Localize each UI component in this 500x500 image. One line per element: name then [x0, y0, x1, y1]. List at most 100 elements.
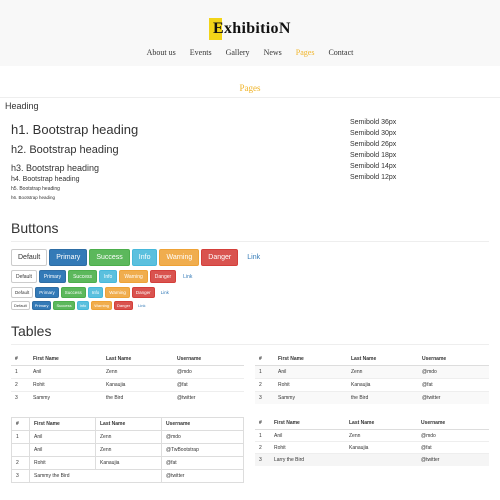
primary-button[interactable]: Primary	[38, 270, 67, 283]
page-title: Pages	[239, 83, 261, 93]
semibold-item: Semibold 30px	[350, 130, 397, 137]
table-cell: Kanaujia	[345, 441, 417, 454]
table-cell: Zenn	[102, 365, 173, 379]
warning-button[interactable]: Warning	[119, 270, 148, 283]
table-cell: @fat	[161, 456, 244, 470]
button-row-medium: Default Primary Success Info Warning Dan…	[11, 270, 199, 283]
table-cell: Sammy	[29, 391, 102, 404]
table-cell: @twitter	[418, 391, 489, 404]
table-header: First Name	[270, 417, 345, 430]
nav-item-about[interactable]: About us	[147, 48, 176, 57]
info-button[interactable]: Info	[131, 249, 158, 266]
table-row: 2 Rohit Kanaujia @fat	[255, 378, 489, 392]
table-cell: Rohit	[270, 441, 345, 454]
table-cell: @mdo	[418, 365, 489, 379]
bootstrap-h1: h1. Bootstrap heading	[11, 122, 139, 137]
table-header: Last Name	[347, 353, 418, 366]
table-cell	[11, 443, 30, 457]
nav-item-news[interactable]: News	[264, 48, 282, 57]
table-cell: @twitter	[173, 391, 244, 404]
table-cell: @twitter	[417, 453, 489, 466]
success-button[interactable]: Success	[89, 249, 130, 266]
primary-button[interactable]: Primary	[31, 301, 52, 310]
table-row: 3 Sammy the Bird @twitter	[255, 391, 489, 404]
default-button[interactable]: Default	[11, 249, 48, 266]
primary-button[interactable]: Primary	[49, 249, 88, 266]
link-button[interactable]: Link	[178, 270, 197, 283]
table-row: 1 Anil Zenn @mdo	[11, 365, 244, 379]
danger-button[interactable]: Danger	[131, 287, 155, 298]
nav-item-pages[interactable]: Pages	[296, 48, 315, 57]
table-header: #	[255, 353, 274, 366]
table-cell: 3	[11, 469, 30, 483]
table-cell: 3	[255, 453, 270, 466]
table-cell: Zenn	[345, 429, 417, 442]
info-button[interactable]: Info	[87, 287, 104, 298]
main-nav: About us Events Gallery News Pages Conta…	[0, 48, 500, 57]
nav-item-events[interactable]: Events	[190, 48, 212, 57]
link-button[interactable]: Link	[157, 287, 173, 298]
primary-button[interactable]: Primary	[35, 287, 59, 298]
section-divider	[11, 344, 489, 345]
table-cell: Zenn	[347, 365, 418, 379]
danger-button[interactable]: Danger	[149, 270, 177, 283]
table-row: 3 Sammy the Bird @twitter	[11, 391, 244, 404]
link-button[interactable]: Link	[240, 249, 267, 266]
table-cell: @mdo	[417, 429, 489, 442]
site-header: ExhibitioN About us Events Gallery News …	[0, 0, 500, 66]
table-header: First Name	[29, 353, 102, 366]
table-cell: 3	[11, 391, 29, 404]
warning-button[interactable]: Warning	[159, 249, 200, 266]
success-button[interactable]: Success	[53, 301, 75, 310]
buttons-section-title: Buttons	[11, 220, 59, 236]
hover-table: # First Name Last Name Username 1 Anil Z…	[255, 417, 489, 466]
table-cell: Sammy the Bird	[29, 469, 162, 483]
semibold-item: Semibold 26px	[350, 141, 397, 148]
table-header: #	[255, 417, 270, 430]
info-button[interactable]: Info	[76, 301, 90, 310]
info-button[interactable]: Info	[98, 270, 118, 283]
semibold-item: Semibold 18px	[350, 152, 397, 159]
semibold-item: Semibold 14px	[350, 163, 397, 170]
danger-button[interactable]: Danger	[201, 249, 239, 266]
table-cell: the Bird	[347, 391, 418, 404]
success-button[interactable]: Success	[68, 270, 97, 283]
warning-button[interactable]: Warning	[105, 287, 130, 298]
table-row[interactable]: 2 Rohit Kanaujia @fat	[255, 441, 489, 454]
table-cell: @mdo	[173, 365, 244, 379]
table-header: First Name	[274, 353, 347, 366]
nav-item-gallery[interactable]: Gallery	[226, 48, 250, 57]
brand-logo[interactable]: ExhibitioN	[209, 18, 291, 40]
table-cell: @fat	[418, 378, 489, 392]
table-row: 2 Rohit Kanaujia @fat	[11, 378, 244, 392]
success-button[interactable]: Success	[60, 287, 86, 298]
button-row-large: Default Primary Success Info Warning Dan…	[11, 249, 269, 266]
table-row[interactable]: 3 Larry the Bird @twitter	[255, 453, 489, 466]
default-button[interactable]: Default	[11, 270, 37, 283]
table-cell: 1	[255, 429, 270, 442]
default-button[interactable]: Default	[11, 301, 30, 310]
table-cell: Anil	[29, 443, 96, 457]
table-cell: 1	[11, 365, 29, 379]
page-title-bar: Pages	[0, 66, 500, 98]
semibold-list: Semibold 36px Semibold 30px Semibold 26p…	[350, 117, 396, 183]
bootstrap-h3: h3. Bootstrap heading	[11, 163, 100, 173]
warning-button[interactable]: Warning	[91, 301, 113, 310]
table-cell: the Bird	[102, 391, 173, 404]
table-row: 1 Anil Zenn @mdo	[255, 365, 489, 379]
table-cell: @fat	[417, 441, 489, 454]
table-cell: 1	[11, 430, 30, 444]
table-cell: Sammy	[274, 391, 347, 404]
table-cell: Kanaujia	[347, 378, 418, 392]
danger-button[interactable]: Danger	[114, 301, 134, 310]
table-cell: Zenn	[95, 443, 162, 457]
section-divider	[11, 241, 489, 242]
bordered-table: # First Name Last Name Username 1 Anil Z…	[11, 417, 244, 483]
table-cell: Anil	[29, 365, 102, 379]
link-button[interactable]: Link	[135, 301, 148, 310]
default-button[interactable]: Default	[11, 287, 34, 298]
nav-item-contact[interactable]: Contact	[328, 48, 353, 57]
table-row: 1 Anil Zenn @mdo	[11, 430, 244, 444]
table-header: Username	[173, 353, 244, 366]
table-row[interactable]: 1 Anil Zenn @mdo	[255, 429, 489, 442]
